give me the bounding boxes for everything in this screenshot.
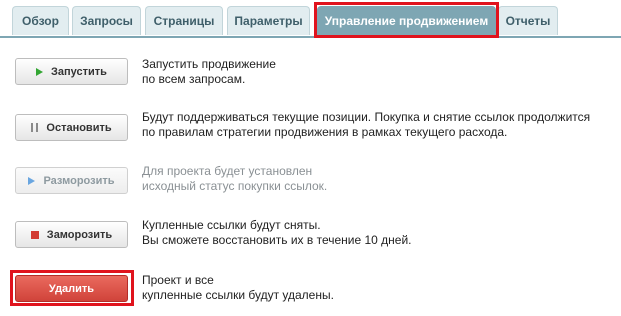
delete-button-label: Удалить [48, 282, 95, 295]
unfreeze-button-label: Разморозить [43, 174, 115, 187]
stop-icon [30, 230, 39, 239]
unfreeze-description-line: Для проекта будет установлен [142, 164, 313, 178]
tab-overview[interactable]: Обзор [12, 6, 69, 35]
pause-icon [31, 123, 39, 132]
delete-description: Проект и все купленные ссылки будут удал… [142, 273, 334, 303]
stop-description-line: Будут поддерживаться текущие позиции. По… [142, 110, 591, 124]
tab-bar: Обзор Запросы Страницы Параметры Управле… [0, 0, 621, 38]
tab-pages[interactable]: Страницы [145, 6, 223, 35]
delete-description-line: Проект и все [142, 273, 214, 287]
delete-description-line: купленные ссылки будут удалены. [142, 288, 334, 302]
unfreeze-description-line: исходный статус покупки ссылок. [142, 179, 328, 193]
play-icon [36, 67, 44, 76]
start-button[interactable]: Запустить [15, 58, 128, 85]
stop-description: Будут поддерживаться текущие позиции. По… [142, 110, 590, 140]
unfreeze-button[interactable]: Разморозить [15, 167, 128, 194]
delete-button[interactable]: Удалить [15, 275, 128, 302]
stop-button-label: Остановить [46, 121, 112, 134]
freeze-description: Купленные ссылки будут сняты. Вы сможете… [142, 218, 412, 248]
tab-queries[interactable]: Запросы [72, 6, 141, 35]
unfreeze-description: Для проекта будет установлен исходный ст… [142, 164, 327, 194]
start-description-line: по всем запросам. [142, 72, 246, 86]
freeze-button[interactable]: Заморозить [15, 221, 128, 248]
start-description-line: Запустить продвижение [142, 57, 276, 71]
play-icon [28, 176, 36, 185]
tab-parameters[interactable]: Параметры [227, 6, 310, 35]
tab-reports[interactable]: Отчеты [498, 6, 558, 35]
start-button-label: Запустить [51, 65, 107, 78]
start-description: Запустить продвижение по всем запросам. [142, 57, 276, 87]
freeze-description-line: Вы сможете восстановить их в течение 10 … [142, 233, 412, 247]
freeze-button-label: Заморозить [46, 228, 113, 241]
stop-description-line: по правилам стратегии продвижения в рамк… [142, 125, 508, 139]
tab-promotion-management[interactable]: Управление продвижением [317, 6, 496, 35]
freeze-description-line: Купленные ссылки будут сняты. [142, 218, 321, 232]
stop-button[interactable]: Остановить [15, 114, 128, 141]
